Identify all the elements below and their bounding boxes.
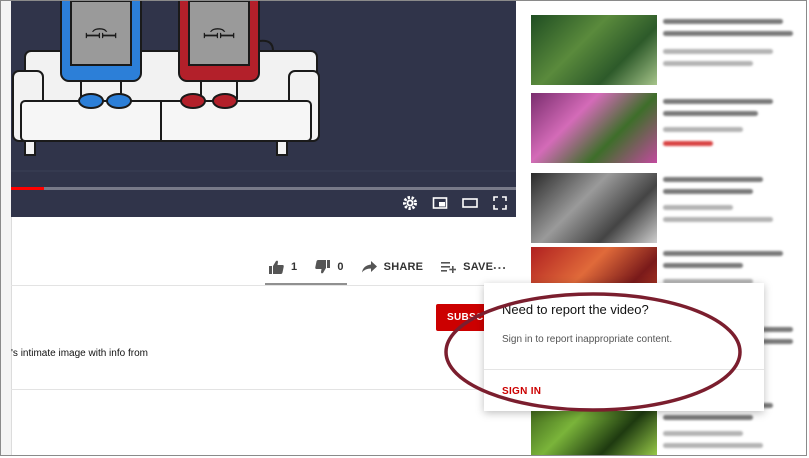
svg-text:ꟷ͡ꟷ: ꟷ͡ꟷ [203,24,236,48]
recommended-title-blur [663,177,763,182]
share-label: SHARE [383,261,424,273]
recommended-title-blur [663,263,743,268]
recommended-title-blur [663,99,773,104]
recommended-title-blur [663,31,793,36]
recommended-meta-blur [663,217,773,222]
playlist-add-icon [441,262,457,273]
recommended-badge-blur [663,141,713,146]
progress-bar[interactable] [11,187,516,190]
theater-mode-icon[interactable] [462,195,478,211]
miniplayer-icon[interactable] [432,195,448,211]
recommended-thumbnail[interactable] [531,173,657,243]
recommended-meta-blur [663,431,743,436]
save-label: SAVE [463,261,494,273]
fullscreen-icon[interactable] [492,195,508,211]
description-snippet: 's intimate image with info from [11,348,148,359]
player-controls [402,195,508,211]
dislike-count: 0 [337,261,344,273]
sign-in-button[interactable]: SIGN IN [502,386,541,397]
like-button[interactable]: 1 [269,260,297,274]
divider-bottom [11,389,516,390]
recommended-title-blur [663,189,753,194]
popup-divider [484,369,764,370]
more-actions-button[interactable]: ... [493,257,507,272]
thumbs-down-icon [315,260,331,274]
report-video-popup: Need to report the video? Sign in to rep… [484,283,764,411]
page-frame: ꟷ͡ꟷ ꟷ͡ꟷ 1 0 SHARE SAVE ... SUBSCR 's int… [0,0,807,456]
thumbs-up-icon [269,260,284,274]
recommended-title-blur [663,251,783,256]
recommended-title-blur [663,415,753,420]
video-frame-cartoon: ꟷ͡ꟷ ꟷ͡ꟷ [11,1,516,217]
recommended-meta-blur [663,61,753,66]
like-count: 1 [291,261,298,273]
recommended-thumbnail[interactable] [531,93,657,163]
recommended-meta-blur [663,443,763,448]
svg-text:ꟷ͡ꟷ: ꟷ͡ꟷ [85,24,118,48]
share-arrow-icon [361,261,377,273]
settings-icon[interactable] [402,195,418,211]
popup-body: Sign in to report inappropriate content. [502,334,673,345]
video-actions-bar: 1 0 SHARE SAVE [269,257,511,277]
recommended-thumbnail[interactable] [531,15,657,85]
recommended-meta-blur [663,49,773,54]
video-player[interactable]: ꟷ͡ꟷ ꟷ͡ꟷ [11,1,516,217]
recommended-meta-blur [663,205,733,210]
divider-top [11,285,516,286]
dislike-button[interactable]: 0 [315,260,343,274]
progress-bar-fill [11,187,44,190]
recommended-title-blur [663,111,758,116]
recommended-meta-blur [663,127,743,132]
popup-title: Need to report the video? [502,302,649,317]
recommended-title-blur [663,19,783,24]
save-button[interactable]: SAVE [441,261,493,273]
share-button[interactable]: SHARE [361,261,424,273]
